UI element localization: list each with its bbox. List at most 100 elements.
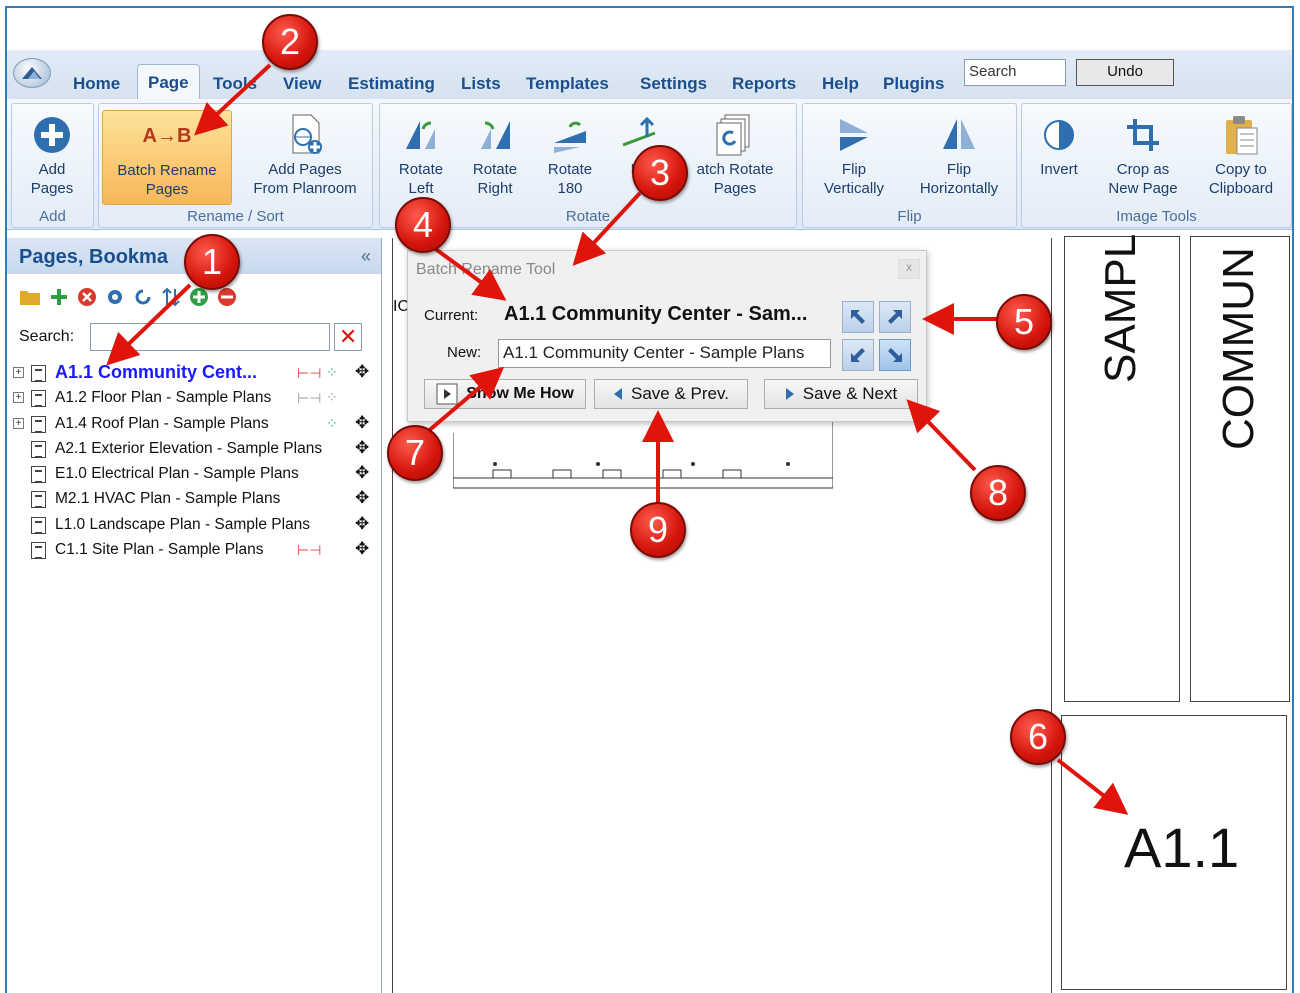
tree-item-page[interactable]: + A1.1 Community Cent... ⊢⊣ ⁘ ✥	[7, 362, 381, 387]
callout-badge-3: 3	[632, 145, 688, 201]
tab-home[interactable]: Home	[73, 74, 120, 94]
arrow-up-left-button[interactable]	[842, 301, 874, 333]
flip-horizontally-button[interactable]: Flip Horizontally	[905, 110, 1013, 198]
move-icon[interactable]: ✥	[355, 463, 369, 483]
rotate-right-icon	[481, 121, 510, 149]
panel-search-input[interactable]	[90, 323, 331, 351]
tab-tools[interactable]: Tools	[213, 74, 257, 94]
arrow-down-right-button[interactable]	[879, 339, 911, 371]
tab-estimating[interactable]: Estimating	[348, 74, 435, 94]
tree-item-page[interactable]: A2.1 Exterior Elevation - Sample Plans ✥	[7, 438, 381, 463]
ribbon-search-input[interactable]: Search	[964, 59, 1066, 86]
clipboard-icon	[1226, 116, 1258, 155]
tree-item-page[interactable]: L1.0 Landscape Plan - Sample Plans ✥	[7, 514, 381, 539]
tree-item-page[interactable]: C1.1 Site Plan - Sample Plans ⊢⊣ ✥	[7, 539, 381, 564]
page-icon	[31, 542, 46, 560]
tree-item-page[interactable]: E1.0 Electrical Plan - Sample Plans ✥	[7, 463, 381, 488]
batch-rename-label: Batch Rename Pages	[117, 162, 217, 198]
arrow-up-right-button[interactable]	[879, 301, 911, 333]
tab-reports[interactable]: Reports	[732, 74, 796, 94]
layers-icon: ⁘	[326, 389, 338, 406]
tab-page[interactable]: Page	[137, 64, 200, 100]
tree-item-page[interactable]: + A1.4 Roof Plan - Sample Plans ⁘ ✥	[7, 413, 381, 438]
arrow-down-right-icon	[888, 348, 902, 362]
tab-view[interactable]: View	[283, 74, 321, 94]
invert-button[interactable]: Invert	[1028, 110, 1090, 179]
expand-icon[interactable]: +	[13, 367, 24, 378]
arrow-up-right-icon	[888, 310, 902, 324]
tab-plugins[interactable]: Plugins	[883, 74, 944, 94]
new-name-input[interactable]: A1.1 Community Center - Sample Plans	[498, 339, 831, 368]
save-next-button[interactable]: Save & Next	[764, 379, 918, 409]
rotate-180-button[interactable]: Rotate 180	[535, 110, 605, 198]
tree-item-page[interactable]: + A1.2 Floor Plan - Sample Plans ⊢⊣ ⁘	[7, 387, 381, 412]
group-flip: Flip Vertically Flip Horizontally Flip	[802, 103, 1017, 228]
add-icon[interactable]	[49, 287, 69, 307]
page-icon	[31, 415, 46, 433]
move-icon[interactable]: ✥	[355, 438, 369, 458]
remove-circle-icon[interactable]	[217, 287, 237, 307]
settings-gear-icon[interactable]	[105, 287, 125, 307]
expand-icon[interactable]: +	[13, 392, 24, 404]
current-name-value: A1.1 Community Center - Sam...	[504, 303, 808, 325]
batch-rename-button[interactable]: A→B Batch Rename Pages	[102, 110, 232, 205]
app-logo-icon	[22, 67, 42, 79]
move-icon[interactable]: ✥	[355, 413, 369, 433]
add-circle-icon[interactable]	[189, 287, 209, 307]
flip-horizontal-icon	[943, 119, 975, 149]
delete-icon[interactable]	[77, 287, 97, 307]
tab-lists[interactable]: Lists	[461, 74, 501, 94]
rotate-right-button[interactable]: Rotate Right	[460, 110, 530, 198]
crop-new-page-button[interactable]: Crop as New Page	[1100, 110, 1186, 198]
group-image-tools-label: Image Tools	[1116, 208, 1197, 225]
video-icon	[436, 383, 458, 405]
arrow-up-left-icon	[851, 310, 865, 324]
title-text-sample: SAMPL	[1096, 233, 1145, 383]
callout-badge-9: 9	[630, 502, 686, 558]
tab-settings[interactable]: Settings	[640, 74, 707, 94]
tab-help[interactable]: Help	[822, 74, 859, 94]
page-name: A2.1 Exterior Elevation - Sample Plans	[55, 439, 323, 457]
flip-vertically-label: Flip Vertically	[823, 161, 885, 197]
group-flip-label: Flip	[897, 208, 922, 225]
ribbon-tab-bar: Home Page Tools View Estimating Lists Te…	[7, 50, 1292, 105]
add-pages-label: Add Pages	[30, 161, 74, 197]
app-menu-button[interactable]	[13, 58, 51, 88]
batch-rotate-button[interactable]: atch Rotate Pages	[680, 110, 790, 198]
flip-vertically-button[interactable]: Flip Vertically	[809, 110, 899, 198]
triangle-left-icon	[614, 388, 623, 400]
move-icon[interactable]: ✥	[355, 362, 369, 382]
dialog-close-button[interactable]: x	[898, 259, 920, 279]
add-from-planroom-button[interactable]: Add Pages From Planroom	[241, 110, 369, 198]
save-prev-button[interactable]: Save & Prev.	[594, 379, 748, 409]
flip-vertical-icon	[840, 119, 868, 151]
add-pages-button[interactable]: Add Pages	[16, 110, 88, 198]
move-icon[interactable]: ✥	[355, 539, 369, 559]
move-icon[interactable]: ✥	[355, 514, 369, 534]
measure-icon: ⊢⊣	[297, 542, 322, 559]
expand-icon[interactable]: +	[13, 417, 24, 429]
copy-clipboard-button[interactable]: Copy to Clipboard	[1194, 110, 1288, 198]
show-me-how-button[interactable]: Show Me How	[424, 379, 586, 409]
rotate-left-button[interactable]: Rotate Left	[386, 110, 456, 198]
tree-item-page[interactable]: M2.1 HVAC Plan - Sample Plans ✥	[7, 488, 381, 513]
page-icon	[31, 516, 46, 534]
panel-search-row: Search: ✕	[7, 320, 381, 354]
callout-badge-7: 7	[387, 425, 443, 481]
undo-button[interactable]: Undo	[1076, 59, 1174, 86]
crop-icon	[1127, 119, 1159, 151]
batch-rotate-icon	[716, 114, 750, 156]
refresh-icon[interactable]	[133, 287, 153, 307]
folder-icon[interactable]	[19, 288, 41, 306]
layers-icon: ⁘	[326, 364, 338, 380]
rotate-left-icon	[406, 121, 435, 149]
title-block: SAMPL COMMUN A1.1	[1051, 234, 1291, 993]
sort-icon[interactable]	[161, 287, 181, 307]
measure-icon: ⊢⊣	[297, 365, 322, 381]
collapse-panel-button[interactable]: «	[361, 246, 371, 267]
title-text-community: COMMUN	[1214, 247, 1263, 450]
clear-search-icon[interactable]: ✕	[334, 323, 363, 351]
move-icon[interactable]: ✥	[355, 488, 369, 508]
arrow-down-left-button[interactable]	[842, 339, 874, 371]
tab-templates[interactable]: Templates	[526, 74, 609, 94]
